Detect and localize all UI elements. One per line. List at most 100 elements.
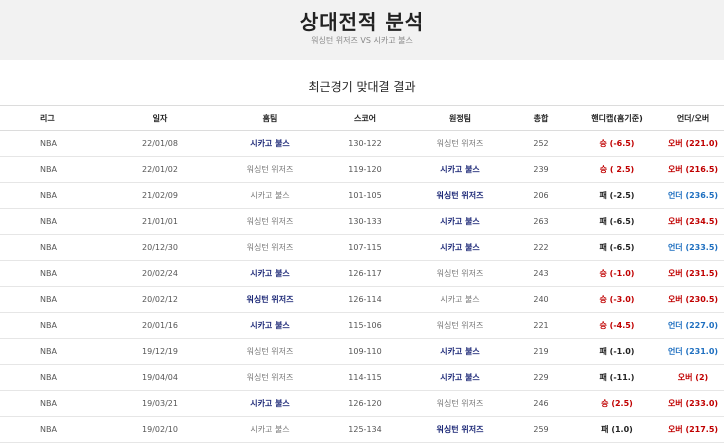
matchup-subtitle: 워싱턴 위저즈 VS 시카고 불스 — [311, 36, 413, 45]
league-cell: NBA — [40, 139, 57, 148]
score-cell: 125-134 — [348, 425, 382, 434]
table-row: NBA 19/03/21 시카고 불스 126-120 워싱턴 위저즈 246 승 (2.5… — [0, 391, 724, 417]
table-row: NBA 22/01/08 시카고 불스 130-122 워싱턴 위저즈 252 승 (-6.… — [0, 131, 724, 157]
away-team-cell: 워싱턴 위저즈 — [436, 269, 484, 278]
date-cell: 20/02/24 — [142, 269, 178, 278]
total-cell: 206 — [533, 191, 549, 200]
home-team-cell: 시카고 불스 — [250, 191, 290, 200]
score-cell: 126-120 — [348, 399, 382, 408]
handicap-cell: 승 (-4.5) — [599, 321, 635, 330]
home-team-cell: 워싱턴 위저즈 — [246, 165, 294, 174]
away-team-cell: 시카고 불스 — [440, 165, 480, 174]
page-title: 상대전적 분석 — [299, 10, 425, 34]
table-row: NBA 20/02/24 시카고 불스 126-117 워싱턴 위저즈 243 승 (-1.… — [0, 261, 724, 287]
table-body: NBA 22/01/08 시카고 불스 130-122 워싱턴 위저즈 252 승 (-6.… — [0, 131, 724, 443]
page-header: 상대전적 분석 워싱턴 위저즈 VS 시카고 불스 — [0, 0, 724, 60]
total-cell: 246 — [533, 399, 549, 408]
away-team-cell: 워싱턴 위저즈 — [436, 191, 484, 200]
total-cell: 243 — [533, 269, 549, 278]
total-cell: 240 — [533, 295, 549, 304]
handicap-cell: 승 (-1.0) — [599, 269, 635, 278]
league-cell: NBA — [40, 191, 57, 200]
score-cell: 101-105 — [348, 191, 382, 200]
table-row: NBA 20/12/30 워싱턴 위저즈 107-115 시카고 불스 222 패 (-6.… — [0, 235, 724, 261]
handicap-cell: 승 (2.5) — [601, 399, 633, 408]
home-team-cell: 시카고 불스 — [250, 139, 290, 148]
away-team-cell: 시카고 불스 — [440, 217, 480, 226]
home-team-cell: 워싱턴 위저즈 — [246, 295, 294, 304]
table-row: NBA 20/02/12 워싱턴 위저즈 126-114 시카고 불스 240 승 (-3.… — [0, 287, 724, 313]
under-over-cell: 오버 (233.0) — [667, 399, 719, 408]
date-cell: 19/12/19 — [142, 347, 178, 356]
league-cell: NBA — [40, 399, 57, 408]
under-over-cell: 언더 (236.5) — [667, 191, 719, 200]
score-cell: 130-133 — [348, 217, 382, 226]
score-cell: 130-122 — [348, 139, 382, 148]
under-over-cell: 오버 (234.5) — [667, 217, 719, 226]
table-row: NBA 19/04/04 워싱턴 위저즈 114-115 시카고 불스 229 패 (-11… — [0, 365, 724, 391]
away-team-cell: 시카고 불스 — [440, 243, 480, 252]
league-cell: NBA — [40, 165, 57, 174]
away-team-cell: 시카고 불스 — [440, 373, 480, 382]
under-over-cell: 언더 (227.0) — [667, 321, 719, 330]
date-cell: 22/01/08 — [142, 139, 178, 148]
total-cell: 252 — [533, 139, 549, 148]
date-cell: 21/02/09 — [142, 191, 178, 200]
under-over-cell: 오버 (217.5) — [667, 425, 719, 434]
col-total: 총합 — [533, 113, 549, 123]
home-team-cell: 워싱턴 위저즈 — [246, 347, 294, 356]
home-team-cell: 워싱턴 위저즈 — [246, 373, 294, 382]
total-cell: 259 — [533, 425, 549, 434]
score-cell: 126-114 — [348, 295, 382, 304]
league-cell: NBA — [40, 269, 57, 278]
total-cell: 219 — [533, 347, 549, 356]
handicap-cell: 패 (-2.5) — [599, 191, 635, 200]
col-under-over: 언더/오버 — [676, 113, 710, 123]
date-cell: 20/12/30 — [142, 243, 178, 252]
score-cell: 115-106 — [348, 321, 382, 330]
date-cell: 21/01/01 — [142, 217, 178, 226]
league-cell: NBA — [40, 321, 57, 330]
date-cell: 20/02/12 — [142, 295, 178, 304]
score-cell: 107-115 — [348, 243, 382, 252]
handicap-cell: 승 (-3.0) — [599, 295, 635, 304]
away-team-cell: 워싱턴 위저즈 — [436, 321, 484, 330]
score-cell: 119-120 — [348, 165, 382, 174]
table-row: NBA 20/01/16 시카고 불스 115-106 워싱턴 위저즈 221 승 (-4.… — [0, 313, 724, 339]
col-score: 스코어 — [353, 113, 377, 123]
handicap-cell: 패 (-11.) — [599, 373, 635, 382]
table-row: NBA 19/12/19 워싱턴 위저즈 109-110 시카고 불스 219 패 (-1.… — [0, 339, 724, 365]
away-team-cell: 워싱턴 위저즈 — [436, 139, 484, 148]
table-row: NBA 21/01/01 워싱턴 위저즈 130-133 시카고 불스 263 패 (-6.… — [0, 209, 724, 235]
handicap-cell: 패 (-1.0) — [599, 347, 635, 356]
league-cell: NBA — [40, 347, 57, 356]
col-away-team: 원정팀 — [448, 113, 472, 123]
under-over-cell: 오버 (231.5) — [667, 269, 719, 278]
home-team-cell: 워싱턴 위저즈 — [246, 243, 294, 252]
home-team-cell: 워싱턴 위저즈 — [246, 217, 294, 226]
table-row: NBA 21/02/09 시카고 불스 101-105 워싱턴 위저즈 206 패 (-2.… — [0, 183, 724, 209]
col-league: 리그 — [40, 113, 55, 123]
home-team-cell: 시카고 불스 — [250, 425, 290, 434]
under-over-cell: 오버 (2) — [677, 373, 709, 382]
col-handicap: 핸디캡(홈기준) — [591, 113, 643, 123]
date-cell: 22/01/02 — [142, 165, 178, 174]
away-team-cell: 워싱턴 위저즈 — [436, 399, 484, 408]
away-team-cell: 시카고 불스 — [440, 295, 480, 304]
total-cell: 222 — [533, 243, 549, 252]
home-team-cell: 시카고 불스 — [250, 399, 290, 408]
handicap-cell: 패 (-6.5) — [599, 217, 635, 226]
handicap-cell: 패 (-6.5) — [599, 243, 635, 252]
date-cell: 20/01/16 — [142, 321, 178, 330]
date-cell: 19/02/10 — [142, 425, 178, 434]
col-home-team: 홈팀 — [262, 113, 278, 123]
home-team-cell: 시카고 불스 — [250, 321, 290, 330]
under-over-cell: 오버 (221.0) — [667, 139, 719, 148]
league-cell: NBA — [40, 425, 57, 434]
under-over-cell: 언더 (231.0) — [667, 347, 719, 356]
total-cell: 263 — [533, 217, 549, 226]
handicap-cell: 승 (-6.5) — [599, 139, 635, 148]
under-over-cell: 오버 (230.5) — [667, 295, 719, 304]
home-team-cell: 시카고 불스 — [250, 269, 290, 278]
league-cell: NBA — [40, 373, 57, 382]
